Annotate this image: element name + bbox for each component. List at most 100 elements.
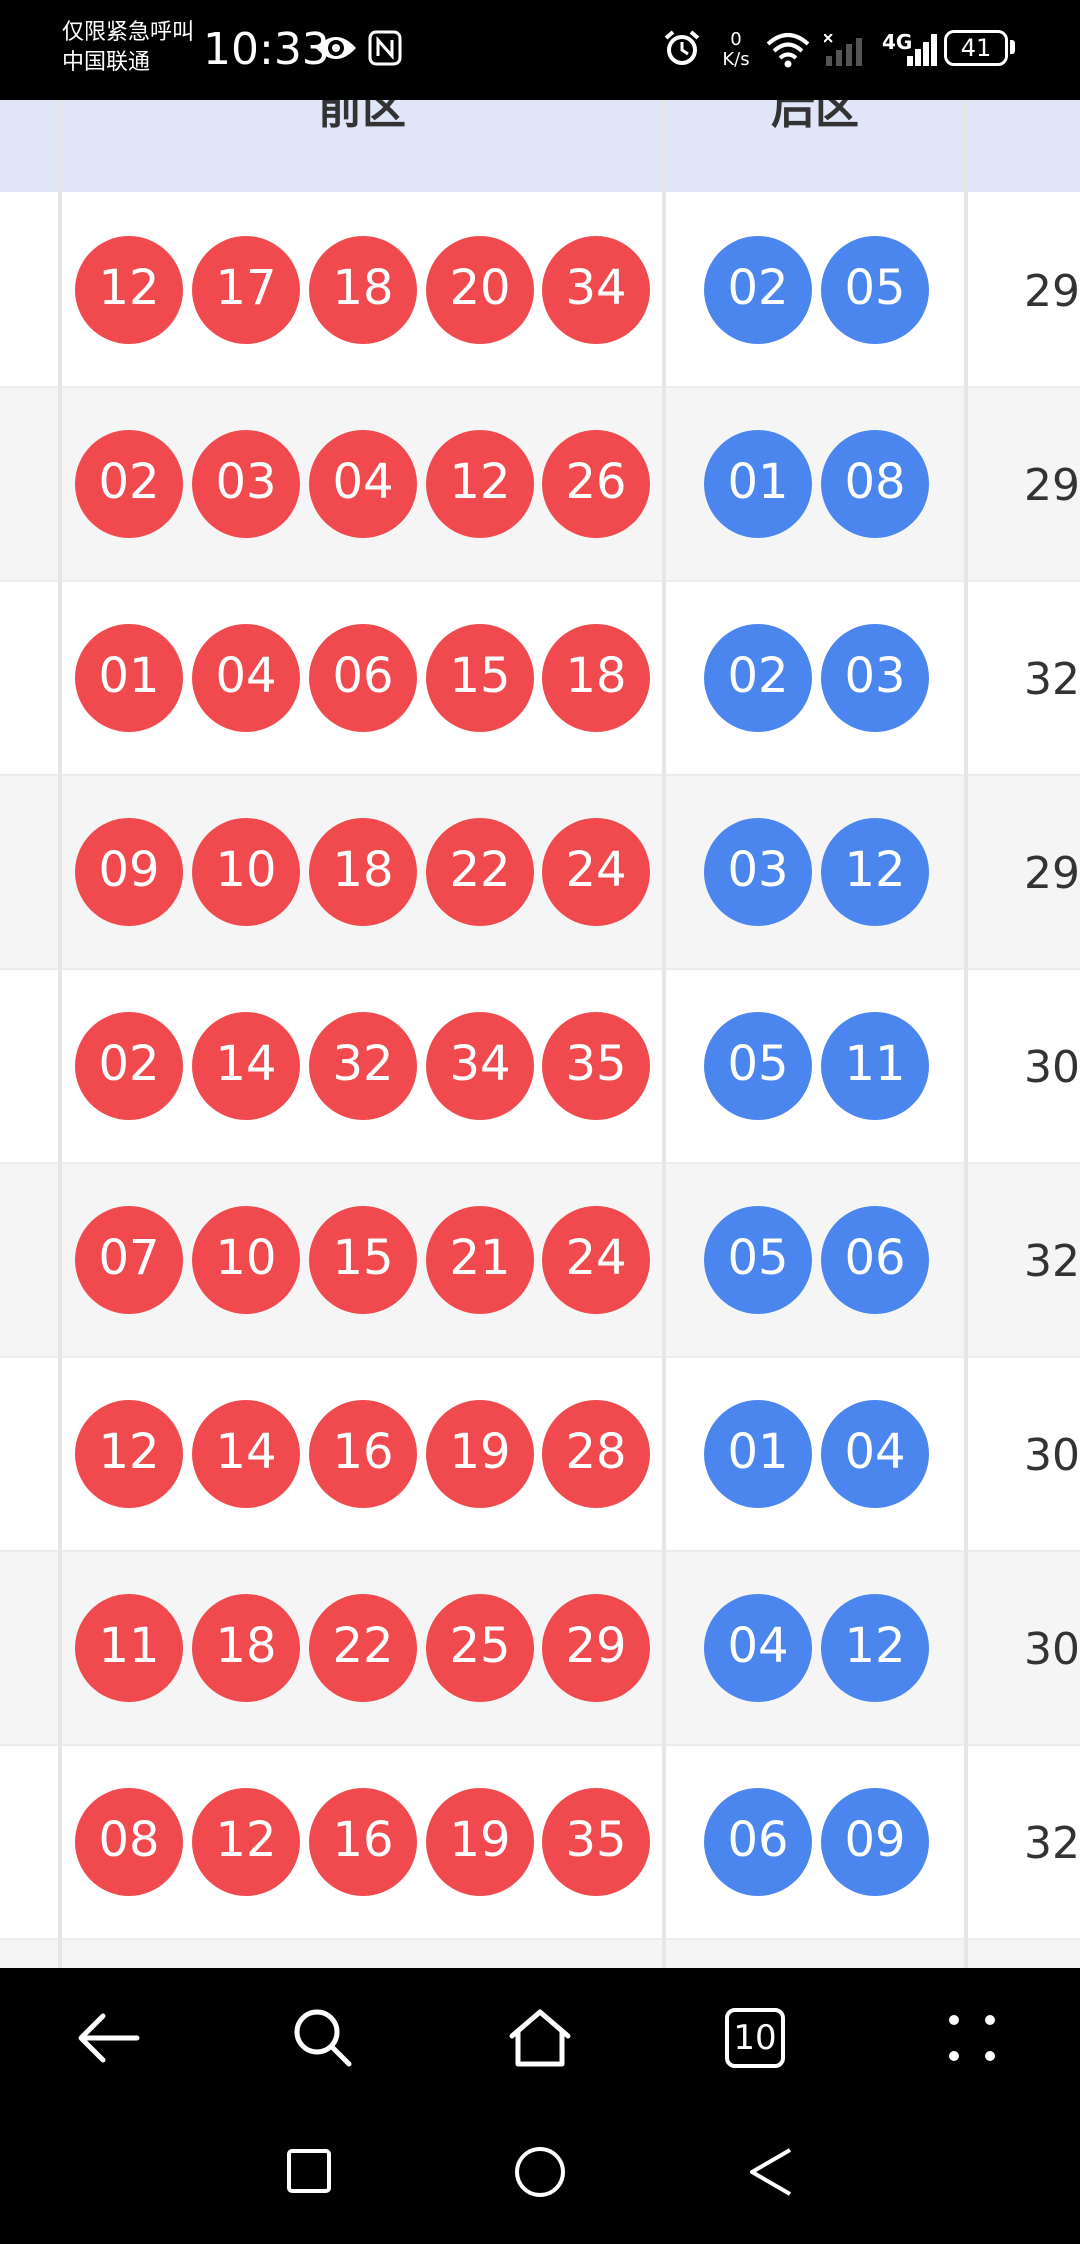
search-button[interactable] [283, 1998, 363, 2078]
signal-icon [907, 34, 937, 66]
status-time: 10:33 [203, 24, 330, 75]
front-zone-ball: 24 [542, 818, 650, 926]
carrier-line-1: 仅限紧急呼叫 [62, 20, 195, 45]
table-row[interactable]: 1118222529 0412 304 [0, 1552, 1080, 1746]
front-zone-ball: 22 [309, 1594, 417, 1702]
table-row[interactable]: 0214323435 0511 300 [0, 970, 1080, 1164]
front-zone-ball: 01 [75, 624, 183, 732]
table-row[interactable]: 01 04 06 15 18 02 03 32 [0, 582, 1080, 776]
table-row[interactable]: 0812161935 0609 327 [0, 1746, 1080, 1940]
back-zone-ball: 01 [704, 430, 812, 538]
back-zone-ball: 03 [704, 818, 812, 926]
front-zone-ball: 32 [309, 1012, 417, 1120]
alarm-icon [664, 30, 700, 65]
front-zone-ball: 10 [192, 1206, 300, 1314]
front-zone-ball: 19 [426, 1400, 534, 1508]
back-zone-ball: 06 [821, 1206, 929, 1314]
header-back-label: 后区 [771, 100, 859, 134]
front-zone-ball: 15 [309, 1206, 417, 1314]
row-value-cell: 327 [1024, 1818, 1080, 1869]
browser-toolbar: 10 [0, 1968, 1080, 2114]
back-zone-ball: 02 [704, 624, 812, 732]
front-zone-ball: 14 [192, 1400, 300, 1508]
lottery-results-table[interactable]: 前区 后区 1217182034020529602030412260108296… [0, 100, 1080, 1968]
table-row[interactable]: 09 10 18 22 24 03 12 29 [0, 776, 1080, 970]
row-value-cell: 296 [1024, 266, 1080, 317]
front-zone-ball: 22 [426, 818, 534, 926]
table-header: 前区 后区 [0, 100, 1080, 192]
table-row[interactable]: 1214161928 0104 302 [0, 1358, 1080, 1552]
back-zone-ball: 05 [821, 236, 929, 344]
front-zone-ball: 29 [542, 1594, 650, 1702]
column-divider [964, 100, 968, 1968]
back-zone-ball: 04 [704, 1594, 812, 1702]
column-divider [662, 100, 666, 1968]
battery-tip [1010, 40, 1015, 54]
row-value-cell: 300 [1024, 1042, 1080, 1093]
battery-icon: 41 [944, 30, 1008, 66]
front-zone-ball: 04 [192, 624, 300, 732]
front-zone-ball: 26 [542, 430, 650, 538]
system-home-button[interactable] [512, 2144, 568, 2200]
back-zone-ball: 03 [821, 624, 929, 732]
front-zone-ball: 25 [426, 1594, 534, 1702]
back-triangle-icon [750, 2148, 792, 2196]
status-bar: 仅限紧急呼叫 中国联通 10:33 0 K/s 4G 41 [0, 0, 1080, 100]
front-zone-ball: 35 [542, 1788, 650, 1896]
table-row[interactable]: 0203041226 0108 296 [0, 388, 1080, 582]
back-zone-ball: 09 [821, 1788, 929, 1896]
front-zone-ball: 34 [426, 1012, 534, 1120]
carrier-line-2: 中国联通 [62, 50, 151, 75]
front-zone-ball: 02 [75, 1012, 183, 1120]
home-circle-icon [515, 2147, 565, 2197]
front-zone-ball: 16 [309, 1400, 417, 1508]
back-zone-ball: 02 [704, 236, 812, 344]
signal-icon [824, 34, 862, 66]
front-zone-ball: 21 [426, 1206, 534, 1314]
front-zone-ball: 12 [192, 1788, 300, 1896]
recents-button[interactable] [284, 2146, 334, 2196]
back-button[interactable] [68, 1998, 148, 2078]
battery-level: 41 [960, 34, 992, 62]
front-zone-ball: 12 [426, 430, 534, 538]
front-zone-ball: 34 [542, 236, 650, 344]
front-zone-ball: 16 [309, 1788, 417, 1896]
row-value-cell: 32 [1024, 654, 1080, 705]
front-zone-ball: 17 [192, 236, 300, 344]
table-row[interactable]: 0710152124 0506 322 [0, 1164, 1080, 1358]
search-icon [294, 2009, 352, 2067]
network-speed: 0 K/s [716, 30, 756, 70]
network-speed-unit: K/s [722, 49, 750, 70]
front-zone-ball: 02 [75, 430, 183, 538]
front-zone-ball: 18 [309, 818, 417, 926]
back-zone-ball: 01 [704, 1400, 812, 1508]
back-zone-ball: 06 [704, 1788, 812, 1896]
front-zone-ball: 18 [309, 236, 417, 344]
table-row[interactable]: 1217182034 0205 296 [0, 194, 1080, 388]
header-front-zone: 前区 [62, 100, 662, 192]
back-zone-ball: 12 [821, 818, 929, 926]
front-zone-ball: 11 [75, 1594, 183, 1702]
more-button[interactable] [932, 1998, 1012, 2078]
column-divider [58, 100, 62, 1968]
home-button[interactable] [500, 1998, 580, 2078]
more-icon [949, 2015, 995, 2061]
front-zone-ball: 28 [542, 1400, 650, 1508]
carrier-info: 仅限紧急呼叫 中国联通 [62, 18, 194, 78]
table-row[interactable] [0, 1940, 1080, 1968]
back-zone-ball: 12 [821, 1594, 929, 1702]
tabs-icon: 10 [725, 2008, 785, 2068]
system-back-button[interactable] [744, 2144, 800, 2200]
front-zone-ball: 24 [542, 1206, 650, 1314]
front-zone-ball: 15 [426, 624, 534, 732]
front-zone-ball: 03 [192, 430, 300, 538]
front-zone-ball: 20 [426, 236, 534, 344]
back-arrow-icon [78, 2013, 140, 2063]
nfc-icon [368, 30, 402, 66]
row-value-cell: 304 [1024, 1624, 1080, 1675]
front-zone-ball: 10 [192, 818, 300, 926]
tabs-button[interactable]: 10 [715, 1998, 795, 2078]
row-value-cell: 29 [1024, 848, 1080, 899]
front-zone-ball: 09 [75, 818, 183, 926]
back-zone-ball: 08 [821, 430, 929, 538]
